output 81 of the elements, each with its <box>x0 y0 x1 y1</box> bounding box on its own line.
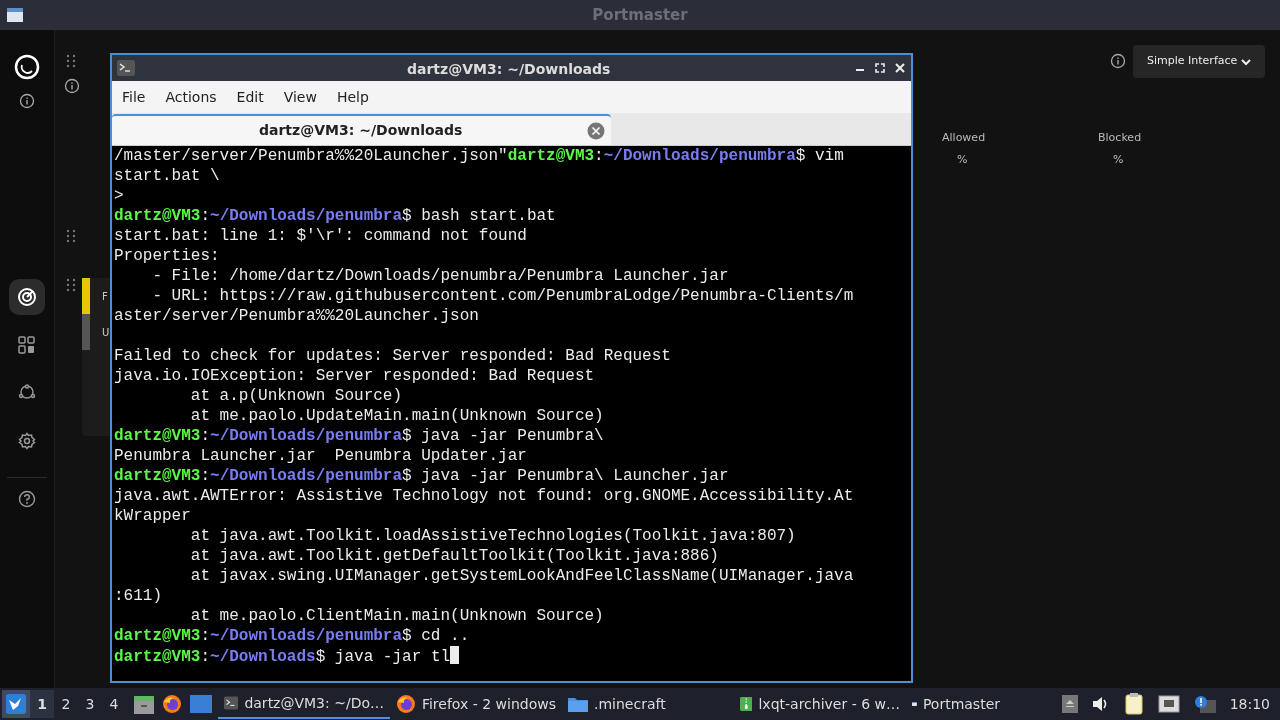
terminal-line: at a.p(Unknown Source) <box>189 386 404 406</box>
terminal-line: java.awt.AWTError: Assistive Technology not found: org.GNOME.Accessibility.At <box>114 486 855 506</box>
terminal-icon <box>117 60 135 76</box>
terminal-line: java.io.IOException: Server responded: Bad Request <box>114 366 596 386</box>
terminal-line: Failed to check for updates: Server responded: Bad Request <box>114 346 672 366</box>
taskbar-task[interactable]: Portmaster <box>906 689 1006 719</box>
network-icon[interactable] <box>18 384 36 402</box>
file-cabinet-icon[interactable] <box>134 694 154 714</box>
terminal-line: start.bat \ <box>114 166 221 186</box>
desktop-switch[interactable]: 4 <box>102 690 126 718</box>
window-title: Portmaster <box>592 4 688 26</box>
chevron-down-icon <box>1241 57 1251 66</box>
info-icon[interactable] <box>64 78 80 94</box>
notification-icon[interactable] <box>1193 695 1216 713</box>
desktop-switch[interactable]: 3 <box>78 690 102 718</box>
maximize-icon[interactable] <box>875 63 885 73</box>
menu-item[interactable]: View <box>275 86 325 108</box>
card-row-text: U <box>102 325 110 340</box>
radar-icon[interactable] <box>17 287 37 307</box>
terminal-line: dartz@VM3:~/Downloads/penumbra$ java -jar Penumbra\ Launcher.jar <box>114 466 730 486</box>
clipboard-icon[interactable] <box>1123 693 1144 715</box>
terminal-line: aster/server/Penumbra%%20Launcher.json <box>114 306 480 326</box>
menu-item[interactable]: Help <box>328 86 377 108</box>
terminal-line: > <box>114 186 125 206</box>
terminal-line: dartz@VM3:~/Downloads/penumbra$ java -jar Penumbra\ <box>114 426 605 446</box>
terminal-tab[interactable]: dartz@VM3: ~/Downloads <box>112 114 611 145</box>
desktop-switch[interactable]: 2 <box>54 690 78 718</box>
card-row-text: F <box>102 289 108 304</box>
menu-item[interactable]: Actions <box>157 86 225 108</box>
close-tab-icon[interactable] <box>587 122 605 140</box>
logo-icon[interactable] <box>14 54 40 80</box>
terminal-line: start.bat: line 1: $'\r': command not found <box>114 226 528 246</box>
close-icon[interactable] <box>895 63 905 73</box>
terminal-line: - File: /home/dartz/Downloads/penumbra/Penumbra Launcher.jar <box>151 266 730 286</box>
terminal-icon <box>224 695 239 711</box>
stat-label: Allowed <box>942 130 986 146</box>
drag-handle-icon[interactable] <box>66 278 76 292</box>
terminal-line: /master/server/Penumbra%%20Launcher.json"dartz@VM3:~/Downloads/penumbra$ vim <box>114 146 845 166</box>
settings-icon[interactable] <box>18 432 36 450</box>
network-icon[interactable] <box>1157 695 1180 713</box>
window-title: dartz@VM3: ~/Downloads <box>407 60 611 79</box>
stat-value: % <box>957 152 968 168</box>
firefox-icon[interactable] <box>162 694 182 714</box>
window-icon <box>7 8 23 22</box>
eject-icon[interactable] <box>1061 695 1078 713</box>
interface-mode-dropdown[interactable]: Simple Interface <box>1133 45 1265 78</box>
drag-handle-icon[interactable] <box>66 229 76 243</box>
folder-icon <box>568 696 588 712</box>
archive-icon <box>740 694 753 714</box>
clock: 18:10 <box>1229 694 1270 714</box>
help-icon[interactable] <box>18 490 36 508</box>
terminal-line: dartz@VM3:~/Downloads/penumbra$ cd .. <box>114 626 471 646</box>
terminal-line: Penumbra Launcher.jar Penumbra Updater.jar <box>114 446 528 466</box>
stat-label: Blocked <box>1098 130 1142 146</box>
taskbar-task[interactable]: .minecraft <box>562 689 734 719</box>
menu-item[interactable]: File <box>114 86 154 108</box>
taskbar-task[interactable]: dartz@VM3: ~/Do… <box>218 689 390 719</box>
terminal-line: kWrapper <box>114 506 192 526</box>
terminal-line: at java.awt.Toolkit.loadAssistiveTechnologies(Toolkit.java:807) <box>189 526 797 546</box>
terminal-line: - URL: https://raw.githubusercontent.com/PenumbraLodge/Penumbra-Clients/m <box>151 286 855 306</box>
terminal-line: at me.paolo.UpdateMain.main(Unknown Source) <box>189 406 605 426</box>
sidebar-item[interactable] <box>9 279 45 315</box>
terminal-line: Properties: <box>114 246 221 266</box>
info-icon[interactable] <box>1110 53 1126 69</box>
terminal-line: :611) <box>114 586 163 606</box>
info-icon[interactable] <box>19 93 35 109</box>
start-button[interactable] <box>2 690 30 718</box>
terminal-line: dartz@VM3:~/Downloads$ java -jar tl <box>114 646 911 667</box>
taskbar-task[interactable]: lxqt-archiver - 6 w… <box>734 689 906 719</box>
terminal-line: at me.paolo.ClientMain.main(Unknown Source) <box>189 606 605 626</box>
terminal-line: dartz@VM3:~/Downloads/penumbra$ bash start.bat <box>114 206 557 226</box>
terminal-line: at java.awt.Toolkit.getDefaultToolkit(Toolkit.java:886) <box>189 546 720 566</box>
bird-icon <box>6 694 26 714</box>
terminal-line: at javax.swing.UIManager.getSystemLookAndFeelClassName(UIManager.java <box>189 566 855 586</box>
taskbar-task[interactable]: Firefox - 2 windows <box>390 689 562 719</box>
grid-icon[interactable] <box>18 336 36 354</box>
desktop-switch[interactable]: 1 <box>30 690 54 718</box>
firefox-icon <box>396 694 416 714</box>
menu-item[interactable]: Edit <box>228 86 272 108</box>
stat-value: % <box>1113 152 1124 168</box>
drag-handle-icon[interactable] <box>66 54 76 68</box>
